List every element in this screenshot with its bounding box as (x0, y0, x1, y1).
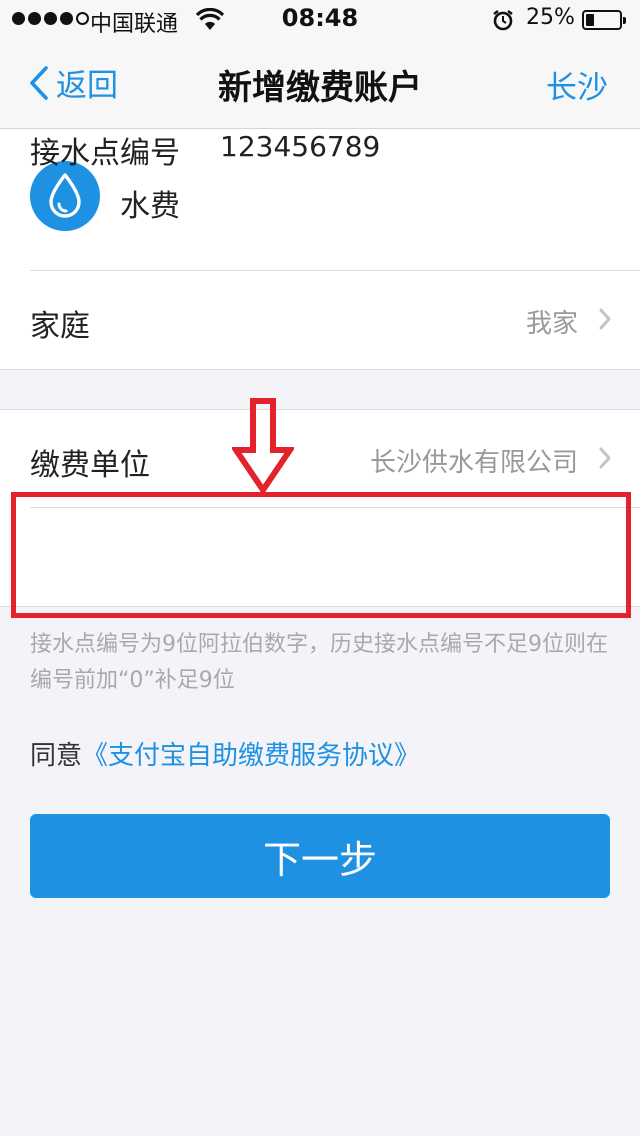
company-value: 长沙供水有限公司 (369, 448, 578, 478)
group-row[interactable]: 家庭 我家 (0, 271, 640, 369)
city-selector-button[interactable]: 长沙 (546, 62, 608, 107)
group-label: 家庭 (30, 309, 90, 344)
agreement-prefix: 同意 (30, 741, 83, 771)
account-number-input[interactable] (220, 130, 600, 163)
group-value: 我家 (525, 309, 578, 339)
annotation-down-arrow-icon (232, 398, 294, 494)
annotation-highlight-box (11, 492, 631, 618)
chevron-right-icon (599, 447, 611, 469)
alarm-clock-icon (493, 10, 513, 31)
chevron-right-icon (599, 308, 611, 330)
agreement-line: 同意《支付宝自助缴费服务协议》 (30, 735, 420, 772)
battery-icon (582, 10, 626, 30)
company-label: 缴费单位 (30, 448, 150, 483)
page-title: 新增缴费账户 (218, 68, 422, 108)
next-step-button[interactable]: 下一步 (30, 814, 610, 898)
account-number-hint: 接水点编号为9位阿拉伯数字，历史接水点编号不足9位则在编号前加“0”补足9位 (30, 632, 608, 693)
navigation-bar: 返回 新增缴费账户 长沙 (0, 40, 640, 129)
bill-type-name: 水费 (120, 189, 180, 224)
battery-percentage: 25% (526, 5, 575, 30)
account-number-label: 接水点编号 (30, 136, 180, 171)
service-agreement-link[interactable]: 《支付宝自助缴费服务协议》 (82, 741, 420, 771)
status-bar: 中国联通 08:48 25% (0, 0, 640, 40)
